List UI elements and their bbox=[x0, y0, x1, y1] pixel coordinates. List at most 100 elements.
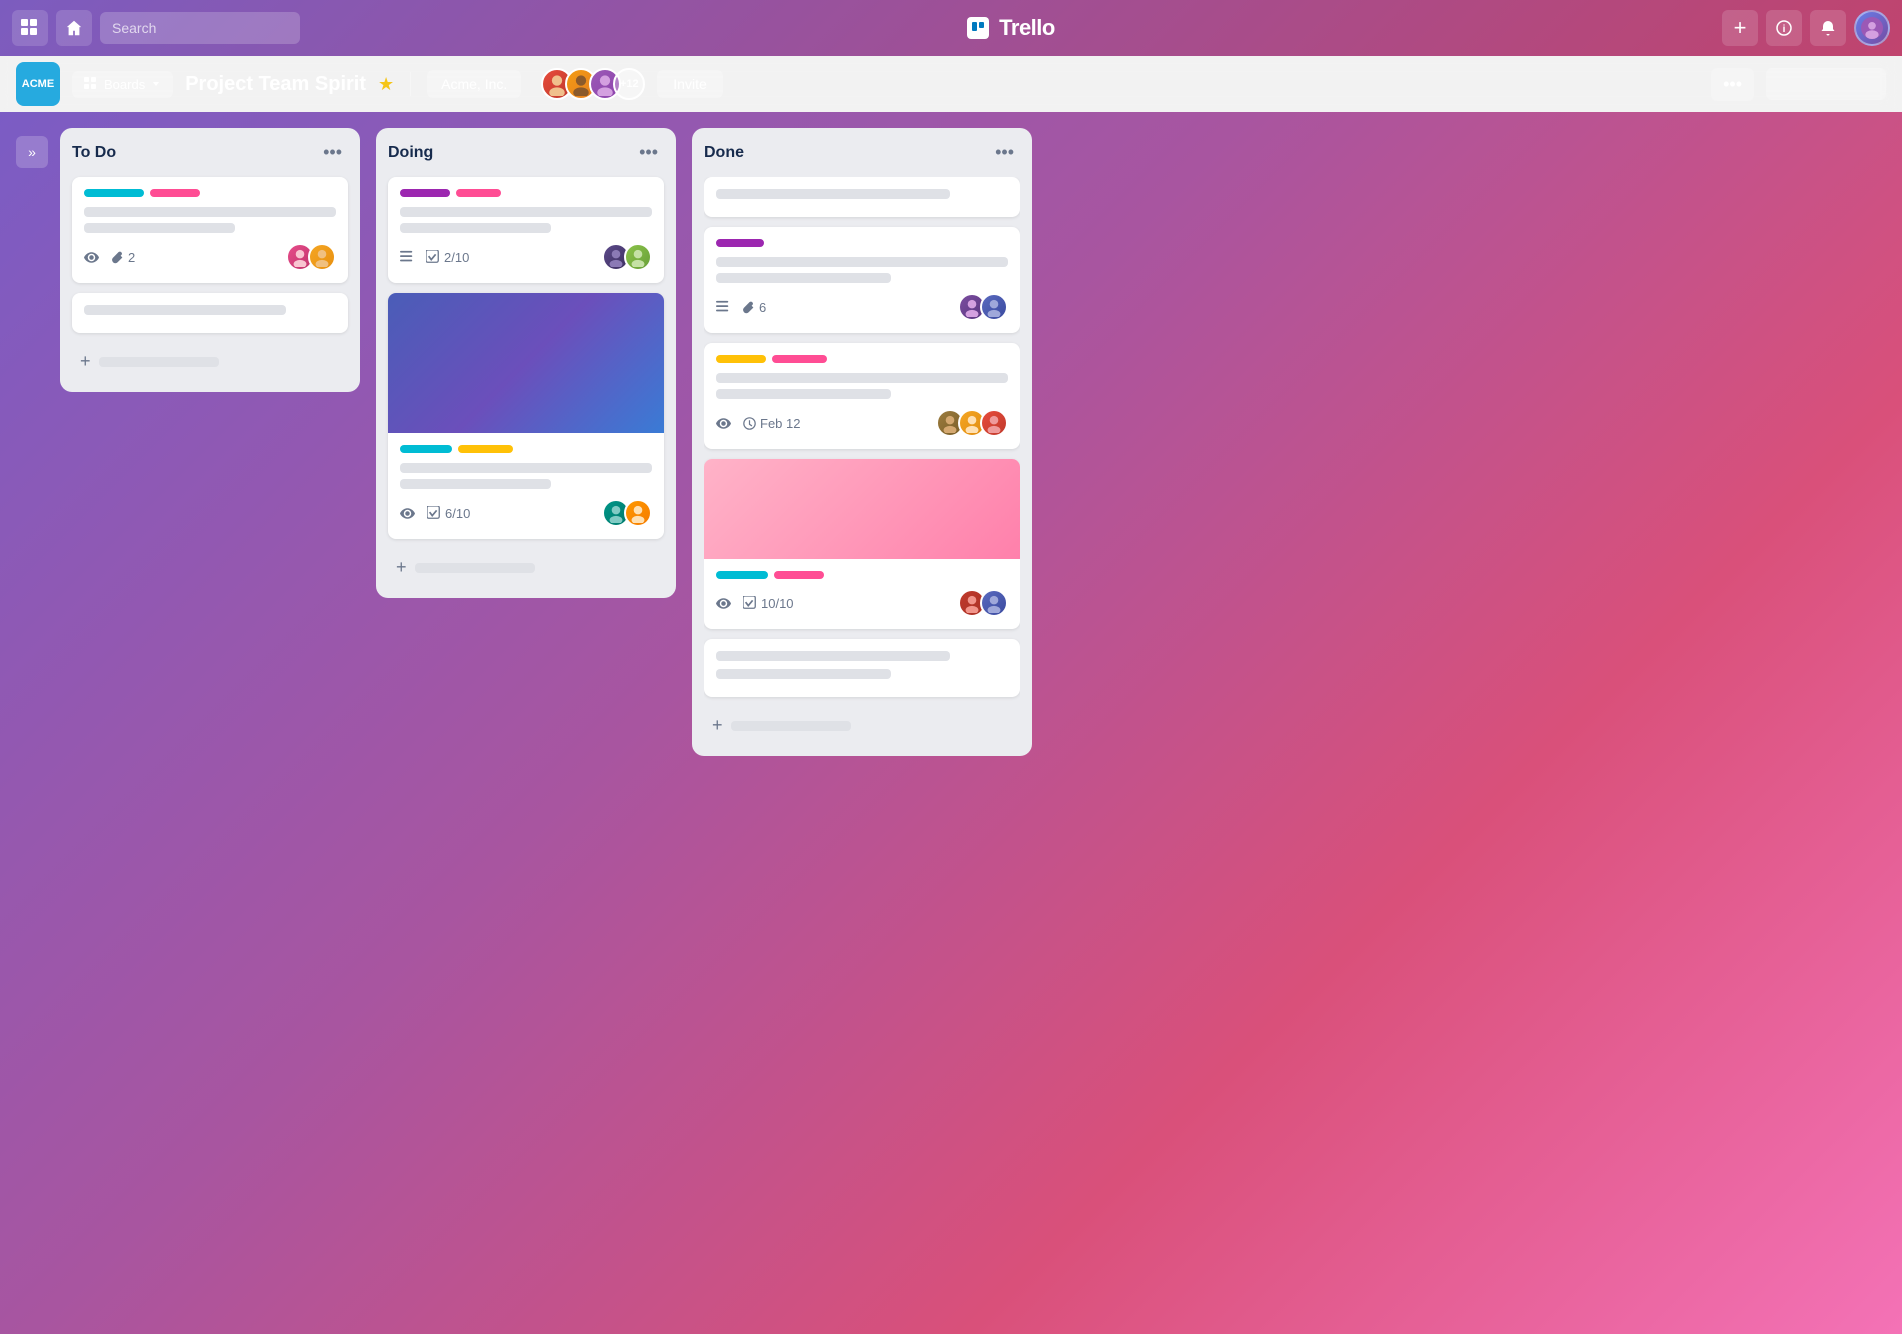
done-card-3[interactable]: Feb 12 bbox=[704, 343, 1020, 449]
done-card-2[interactable]: 6 bbox=[704, 227, 1020, 333]
workspace-name-button[interactable]: Acme, Inc. bbox=[427, 70, 521, 98]
add-card-doing-text bbox=[415, 563, 535, 573]
todo-card-2[interactable] bbox=[72, 293, 348, 333]
done-card-4-avatars bbox=[958, 589, 1008, 617]
boards-dropdown-button[interactable]: Boards bbox=[72, 71, 173, 98]
done-avatar-5 bbox=[980, 409, 1008, 437]
grid-icon-button[interactable] bbox=[12, 10, 48, 46]
done-avatar-2 bbox=[980, 293, 1008, 321]
attachment-item-2: 6 bbox=[742, 300, 766, 315]
done-card-2-text-2 bbox=[716, 273, 891, 283]
checklist-item: 2/10 bbox=[426, 250, 469, 265]
column-doing-menu-button[interactable]: ••• bbox=[633, 140, 664, 165]
done-card-2-text-1 bbox=[716, 257, 1008, 267]
done-card-1[interactable] bbox=[704, 177, 1020, 217]
doing-card-2-avatars bbox=[602, 499, 652, 527]
eye-icon-item-2 bbox=[400, 506, 415, 521]
add-card-doing-button[interactable]: + bbox=[388, 549, 664, 586]
label-pink2 bbox=[456, 189, 501, 197]
app-title: Trello bbox=[308, 15, 1714, 41]
done-card-4-cover bbox=[704, 459, 1020, 559]
column-doing-header: Doing ••• bbox=[388, 140, 664, 165]
doing-card-2-footer: 6/10 bbox=[400, 499, 652, 527]
add-card-done-text bbox=[731, 721, 851, 731]
column-todo-menu-button[interactable]: ••• bbox=[317, 140, 348, 165]
doing-avatar-4 bbox=[624, 499, 652, 527]
column-todo-title: To Do bbox=[72, 144, 116, 162]
done-card-3-footer: Feb 12 bbox=[716, 409, 1008, 437]
star-button[interactable]: ★ bbox=[378, 74, 394, 95]
done-column-scroll: 6 bbox=[704, 177, 1020, 744]
doing-card-2[interactable]: 6/10 bbox=[388, 293, 664, 539]
workspace-logo: ACME bbox=[16, 62, 60, 106]
column-doing: Doing ••• bbox=[376, 128, 676, 598]
label-pink bbox=[150, 189, 200, 197]
top-navigation: Trello + i bbox=[0, 0, 1902, 56]
column-doing-title: Doing bbox=[388, 144, 433, 162]
todo-card-1-avatars bbox=[286, 243, 336, 271]
done-card-5-text-1 bbox=[716, 651, 950, 661]
card-text-2 bbox=[84, 223, 235, 233]
due-date-label: Feb 12 bbox=[760, 416, 800, 431]
info-button[interactable]: i bbox=[1766, 10, 1802, 46]
column-done-menu-button[interactable]: ••• bbox=[989, 140, 1020, 165]
add-card-todo-button[interactable]: + bbox=[72, 343, 348, 380]
doing-card-1-avatars bbox=[602, 243, 652, 271]
column-done: Done ••• bbox=[692, 128, 1032, 756]
label-yellow2 bbox=[716, 355, 766, 363]
label-purple bbox=[400, 189, 450, 197]
list-icon-item bbox=[400, 250, 414, 264]
checklist-count-3: 10/10 bbox=[761, 596, 794, 611]
done-card-2-footer: 6 bbox=[716, 293, 1008, 321]
done-card-3-text-1 bbox=[716, 373, 1008, 383]
sidebar-collapse-button[interactable]: » bbox=[16, 136, 48, 168]
label-pink4 bbox=[774, 571, 824, 579]
home-icon-button[interactable] bbox=[56, 10, 92, 46]
eye-icon-item-3 bbox=[716, 416, 731, 431]
user-avatar[interactable] bbox=[1854, 10, 1890, 46]
doing-avatar-2 bbox=[624, 243, 652, 271]
done-card-3-meta: Feb 12 bbox=[716, 416, 800, 431]
board-columns: To Do ••• bbox=[60, 128, 1886, 1318]
trello-logo-icon bbox=[967, 17, 989, 39]
done-card-5[interactable] bbox=[704, 639, 1020, 697]
todo-card-1-footer: 2 bbox=[84, 243, 336, 271]
filter-button[interactable] bbox=[1766, 68, 1886, 100]
add-card-done-button[interactable]: + bbox=[704, 707, 1020, 744]
column-done-title: Done bbox=[704, 144, 744, 162]
column-done-header: Done ••• bbox=[704, 140, 1020, 165]
doing-card-1-text-2 bbox=[400, 223, 551, 233]
column-todo-header: To Do ••• bbox=[72, 140, 348, 165]
nav-right-controls: + i bbox=[1722, 10, 1890, 46]
search-input[interactable] bbox=[100, 12, 300, 44]
done-card-2-meta: 6 bbox=[716, 300, 766, 315]
todo-card-1[interactable]: 2 bbox=[72, 177, 348, 283]
more-members-button[interactable]: +12 bbox=[613, 68, 645, 100]
done-card-5-text-2 bbox=[716, 669, 891, 679]
attachment-count-2: 6 bbox=[759, 300, 766, 315]
doing-card-2-text-1 bbox=[400, 463, 652, 473]
card-text-1 bbox=[84, 207, 336, 217]
attachment-count: 2 bbox=[128, 250, 135, 265]
eye-icon-item-4 bbox=[716, 596, 731, 611]
eye-icon-item bbox=[84, 250, 99, 265]
done-card-2-labels bbox=[716, 239, 1008, 247]
notifications-button[interactable] bbox=[1810, 10, 1846, 46]
done-card-4[interactable]: 10/10 bbox=[704, 459, 1020, 629]
done-avatar-7 bbox=[980, 589, 1008, 617]
checklist-count-2: 6/10 bbox=[445, 506, 470, 521]
doing-card-1-meta: 2/10 bbox=[400, 250, 469, 265]
board-members: +12 bbox=[541, 68, 645, 100]
done-card-3-text-2 bbox=[716, 389, 891, 399]
add-button[interactable]: + bbox=[1722, 10, 1758, 46]
invite-button[interactable]: Invite bbox=[657, 70, 722, 98]
done-card-4-labels bbox=[716, 571, 1008, 579]
board-menu-button[interactable]: ••• bbox=[1711, 68, 1754, 101]
label-purple2 bbox=[716, 239, 764, 247]
done-card-4-footer: 10/10 bbox=[716, 589, 1008, 617]
done-card-3-avatars bbox=[936, 409, 1008, 437]
done-card-2-avatars bbox=[958, 293, 1008, 321]
doing-card-1[interactable]: 2/10 bbox=[388, 177, 664, 283]
doing-card-1-text-1 bbox=[400, 207, 652, 217]
doing-card-1-footer: 2/10 bbox=[400, 243, 652, 271]
